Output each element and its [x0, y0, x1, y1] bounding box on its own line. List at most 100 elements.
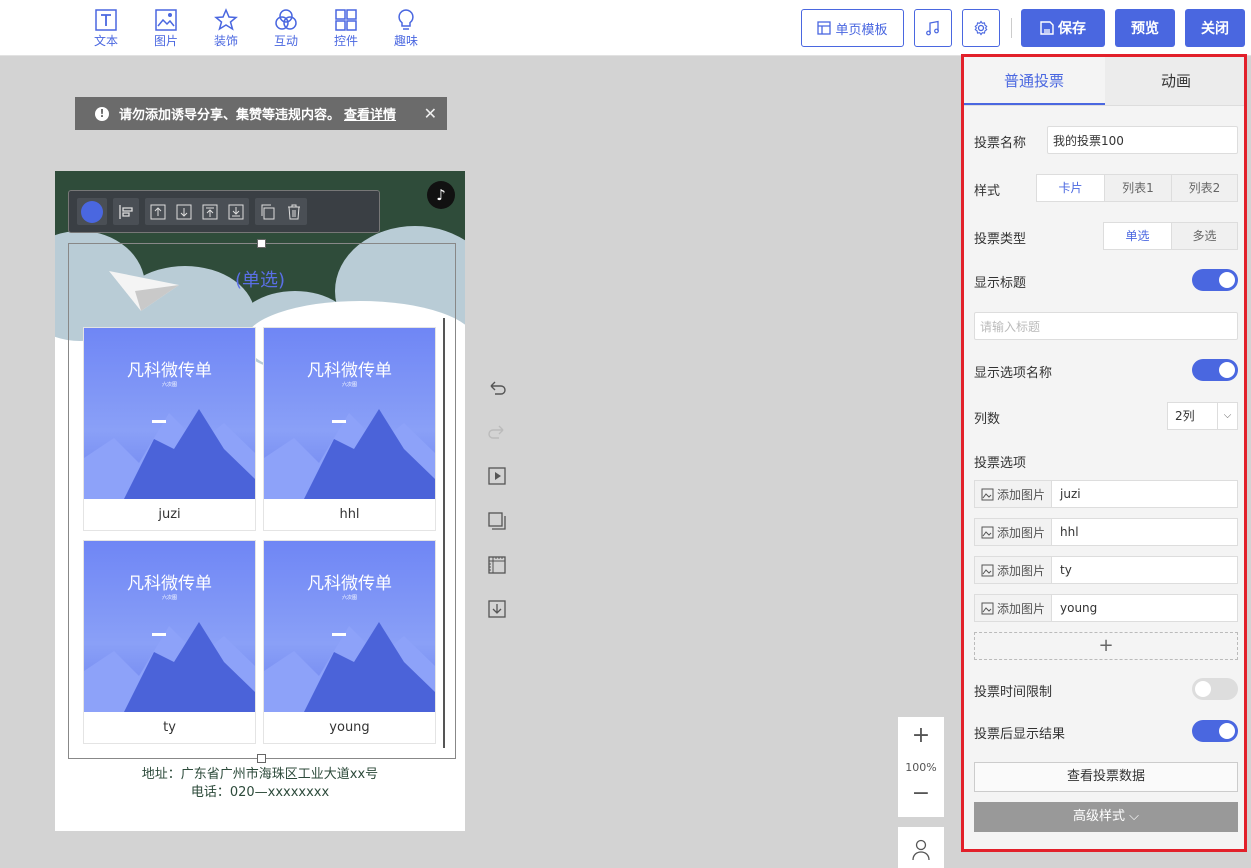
type-option-multiple[interactable]: 多选	[1171, 223, 1237, 249]
fun-tool[interactable]: 趣味	[386, 8, 426, 48]
download-icon[interactable]	[486, 598, 508, 620]
add-image-icon	[981, 564, 994, 576]
card-image: 凡科微传单 六次图	[84, 328, 255, 499]
page-template-button[interactable]: 单页模板	[801, 9, 904, 47]
resize-handle[interactable]	[257, 754, 266, 763]
card-image: 凡科微传单 六次图	[264, 541, 435, 712]
vote-card[interactable]: 凡科微传单 六次图 hhl	[263, 327, 436, 531]
option-name-input[interactable]: ty	[1052, 556, 1238, 584]
settings-button[interactable]	[962, 9, 1000, 47]
color-picker[interactable]	[81, 200, 103, 223]
columns-value: 2列	[1175, 409, 1195, 423]
option-name-input[interactable]: hhl	[1052, 518, 1238, 546]
panel-tabs: 普通投票 动画	[963, 56, 1247, 106]
advanced-style-button[interactable]: 高级样式 ⌵	[974, 802, 1238, 832]
vote-card[interactable]: 凡科微传单 六次图 ty	[83, 540, 256, 744]
decoration-tool-label: 装饰	[213, 34, 238, 48]
redo-icon[interactable]	[486, 421, 508, 443]
add-image-label: 添加图片	[996, 487, 1045, 502]
show-result-toggle[interactable]	[1192, 720, 1238, 742]
image-icon	[155, 9, 177, 31]
add-image-icon	[981, 602, 994, 614]
page-template-label: 单页模板	[835, 22, 888, 38]
style-option-card[interactable]: 卡片	[1037, 175, 1104, 201]
gear-icon	[974, 20, 988, 36]
add-image-button[interactable]: 添加图片	[974, 518, 1052, 546]
music-button[interactable]	[914, 9, 952, 47]
chevron-down-icon: ⌵	[1217, 403, 1237, 429]
interact-tool[interactable]: 互动	[266, 8, 306, 48]
interact-icon	[275, 9, 297, 30]
music-note-icon[interactable]: ♪	[427, 181, 455, 209]
widget-tool[interactable]: 控件	[326, 8, 366, 48]
decoration-tool[interactable]: 装饰	[206, 8, 246, 48]
vote-option-row: 添加图片 young	[974, 594, 1238, 622]
columns-select[interactable]: 2列 ⌵	[1167, 402, 1238, 430]
move-down-icon[interactable]	[175, 203, 193, 221]
resize-handle[interactable]	[257, 239, 266, 248]
close-button[interactable]: 关闭	[1185, 9, 1245, 47]
align-left-icon[interactable]	[117, 203, 135, 221]
show-title-toggle[interactable]	[1192, 269, 1238, 291]
fun-tool-label: 趣味	[393, 34, 418, 48]
phone-text: 电话：020—xxxxxxxx	[190, 785, 330, 800]
contact-info: 地址：广东省广州市海珠区工业大道xx号 电话：020—xxxxxxxx	[55, 766, 465, 802]
zoom-in-button[interactable]: +	[898, 723, 944, 748]
show-option-name-toggle[interactable]	[1192, 359, 1238, 381]
option-name-input[interactable]: juzi	[1052, 480, 1238, 508]
send-to-bottom-icon[interactable]	[227, 203, 245, 221]
preview-label: 预览	[1131, 21, 1159, 37]
address-text: 地址：广东省广州市海珠区工业大道xx号	[141, 767, 379, 782]
time-limit-toggle[interactable]	[1192, 678, 1238, 700]
vote-card[interactable]: 凡科微传单 六次图 young	[263, 540, 436, 744]
bring-to-top-icon[interactable]	[201, 203, 219, 221]
mountain-illustration	[84, 622, 255, 712]
add-image-button[interactable]: 添加图片	[974, 480, 1052, 508]
add-option-button[interactable]: +	[974, 632, 1238, 660]
preview-button[interactable]: 预览	[1115, 9, 1175, 47]
undo-icon[interactable]	[486, 377, 508, 399]
user-button[interactable]	[898, 827, 944, 868]
show-result-label: 投票后显示结果	[974, 727, 1066, 742]
page-canvas[interactable]: ♪ (单选) 凡科微传单 六次图 juzi 凡科微传单 六次图 hhl 凡科微传…	[55, 171, 465, 831]
save-button[interactable]: 保存	[1021, 9, 1105, 47]
add-image-button[interactable]: 添加图片	[974, 556, 1052, 584]
vote-card[interactable]: 凡科微传单 六次图 juzi	[83, 327, 256, 531]
play-icon[interactable]	[486, 465, 508, 487]
time-limit-label: 投票时间限制	[974, 685, 1053, 700]
image-tool[interactable]: 图片	[146, 8, 186, 48]
move-up-icon[interactable]	[149, 203, 167, 221]
text-tool[interactable]: 文本	[86, 8, 126, 48]
view-vote-data-button[interactable]: 查看投票数据	[974, 762, 1238, 792]
tab-animation[interactable]: 动画	[1105, 56, 1247, 105]
vote-name-input[interactable]: 我的投票100	[1047, 126, 1238, 154]
chevron-down-icon: ⌵	[1129, 809, 1139, 824]
vote-settings-panel: 普通投票 动画 投票名称 我的投票100 样式 卡片 列表1 列表2 投票类型 …	[963, 56, 1247, 852]
bulb-icon	[398, 9, 414, 30]
show-title-label: 显示标题	[974, 276, 1027, 291]
close-icon[interactable]: ✕	[424, 104, 437, 123]
music-note-icon	[926, 20, 939, 36]
delete-icon[interactable]	[285, 203, 303, 221]
ruler-grid-icon[interactable]	[486, 554, 508, 576]
tab-normal-vote[interactable]: 普通投票	[963, 56, 1105, 105]
style-label: 样式	[974, 184, 1001, 199]
layers-icon[interactable]	[486, 510, 508, 532]
type-option-single[interactable]: 单选	[1104, 223, 1171, 249]
card-title: 凡科微传单	[307, 361, 392, 381]
mountain-illustration	[84, 409, 255, 499]
add-image-button[interactable]: 添加图片	[974, 594, 1052, 622]
zoom-out-button[interactable]: −	[898, 781, 944, 806]
notice-details-link[interactable]: 查看详情	[344, 104, 396, 123]
style-option-list2[interactable]: 列表2	[1171, 175, 1237, 201]
vote-option-row: 添加图片 ty	[974, 556, 1238, 584]
columns-label: 列数	[974, 412, 1001, 427]
zoom-level: 100%	[905, 761, 937, 774]
card-image: 凡科微传单 六次图	[264, 328, 435, 499]
title-input[interactable]: 请输入标题	[974, 312, 1238, 340]
card-option-name: ty	[163, 720, 176, 735]
copy-icon[interactable]	[259, 203, 277, 221]
style-option-list1[interactable]: 列表1	[1104, 175, 1171, 201]
option-name-input[interactable]: young	[1052, 594, 1238, 622]
color-group	[77, 198, 107, 225]
